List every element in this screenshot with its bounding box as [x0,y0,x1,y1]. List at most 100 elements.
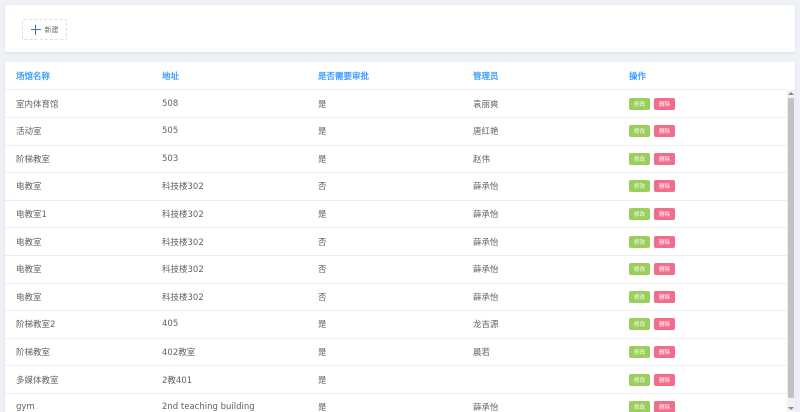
edit-button[interactable]: 修改 [629,290,650,303]
cell-address: 503 [162,153,179,164]
cell-needs-approval: 是 [318,209,327,220]
cell-admin: 晨若 [473,347,491,358]
delete-button[interactable]: 删除 [654,401,675,412]
delete-button[interactable]: 删除 [654,345,675,358]
cell-admin: 龙吉源 [473,320,499,331]
toolbar-panel: 新建 [5,5,795,52]
table-scrollbar[interactable] [787,90,795,412]
delete-button[interactable]: 删除 [654,180,675,193]
edit-button[interactable]: 修改 [629,263,650,276]
cell-admin: 赵伟 [473,154,491,165]
edit-button[interactable]: 修改 [629,125,650,138]
cell-address: 2教401 [162,375,193,386]
cell-actions: 修改 删除 [629,256,675,283]
edit-button[interactable]: 修改 [629,235,650,248]
cell-needs-approval: 是 [318,320,327,331]
cell-actions: 修改 删除 [629,366,675,393]
delete-button[interactable]: 删除 [654,290,675,303]
cell-needs-approval: 否 [318,265,327,276]
cell-admin: 薛承怡 [473,292,499,303]
cell-needs-approval: 是 [318,127,327,138]
delete-button[interactable]: 删除 [654,235,675,248]
delete-button[interactable]: 删除 [654,373,675,386]
header-actions: 操作 [629,71,647,82]
header-address: 地址 [162,71,180,82]
header-needs-approval: 是否需要审批 [318,71,370,82]
cell-address: 科技楼302 [162,209,204,220]
cell-actions: 修改 删除 [629,338,675,365]
cell-admin: 薛承怡 [473,209,499,220]
cell-actions: 修改 删除 [629,283,675,310]
cell-actions: 修改 删除 [629,118,675,145]
table-row: 室内体育馆 508 是 袁丽爽 修改 删除 [5,90,787,118]
cell-admin: 薛承怡 [473,403,499,412]
delete-button[interactable]: 删除 [654,125,675,138]
delete-button[interactable]: 删除 [654,152,675,165]
scroll-up-arrow-icon[interactable] [788,92,794,95]
cell-venue-name: 多媒体教室 [16,375,59,386]
cell-actions: 修改 删除 [629,200,675,227]
table-row: gym 2nd teaching building 是 薛承怡 修改 删除 [5,394,787,412]
cell-venue-name: 电教室 [16,265,42,276]
table-row: 活动室 505 是 唐红艳 修改 删除 [5,118,787,146]
cell-needs-approval: 是 [318,99,327,110]
edit-button[interactable]: 修改 [629,207,650,220]
delete-button[interactable]: 删除 [654,207,675,220]
cell-address: 科技楼302 [162,265,204,276]
header-venue-name: 场馆名称 [16,71,51,82]
cell-actions: 修改 删除 [629,311,675,338]
delete-button[interactable]: 删除 [654,263,675,276]
cell-venue-name: 电教室 [16,292,42,303]
scroll-down-arrow-icon[interactable] [788,407,794,410]
cell-actions: 修改 删除 [629,394,675,412]
cell-venue-name: 室内体育馆 [16,99,59,110]
cell-address: 508 [162,98,179,109]
edit-button[interactable]: 修改 [629,373,650,386]
cell-needs-approval: 否 [318,292,327,303]
cell-venue-name: 电教室 [16,237,42,248]
table-row: 电教室1 科技楼302 是 薛承怡 修改 删除 [5,200,787,229]
cell-needs-approval: 否 [318,237,327,248]
edit-button[interactable]: 修改 [629,401,650,412]
plus-icon [30,24,41,35]
cell-actions: 修改 删除 [629,228,675,255]
cell-needs-approval: 是 [318,403,327,412]
table-row: 阶梯教室 503 是 赵伟 修改 删除 [5,145,787,174]
cell-admin: 袁丽爽 [473,99,499,110]
cell-address: 科技楼302 [162,237,204,248]
venue-table: 场馆名称 地址 是否需要审批 管理员 操作 室内体育馆 508 是袁丽爽 修改 删除 活动… [5,62,795,412]
cell-venue-name: 活动室 [16,127,42,138]
cell-address: 科技楼302 [162,182,204,193]
cell-address: 科技楼302 [162,292,204,303]
edit-button[interactable]: 修改 [629,318,650,331]
edit-button[interactable]: 修改 [629,152,650,165]
cell-admin: 薛承怡 [473,265,499,276]
cell-actions: 修改 删除 [629,90,675,117]
new-button-label: 新建 [44,25,59,34]
cell-actions: 修改 删除 [629,145,675,172]
delete-button[interactable]: 删除 [654,318,675,331]
table-row: 多媒体教室 2教401 是 修改 删除 [5,366,787,394]
cell-venue-name: 阶梯教室 [16,347,51,358]
table-row: 电教室 科技楼302 否 薛承怡 修改 删除 [5,228,787,256]
cell-address: 2nd teaching building [162,402,255,412]
cell-needs-approval: 是 [318,154,327,165]
table-header: 场馆名称 地址 是否需要审批 管理员 操作 [5,62,787,90]
cell-needs-approval: 是 [318,347,327,358]
scroll-thumb[interactable] [788,98,794,398]
table-row: 阶梯教室 402教室 是 晨若 修改 删除 [5,338,787,367]
cell-address: 405 [162,319,179,330]
cell-actions: 修改 删除 [629,173,675,200]
table-row: 电教室 科技楼302 否 薛承怡 修改 删除 [5,173,787,201]
edit-button[interactable]: 修改 [629,180,650,193]
table-row: 电教室 科技楼302 否 薛承怡 修改 删除 [5,256,787,284]
cell-venue-name: 电教室 [16,182,42,193]
table-row: 电教室 科技楼302 否 薛承怡 修改 删除 [5,283,787,312]
edit-button[interactable]: 修改 [629,97,650,110]
cell-admin: 唐红艳 [473,127,499,138]
new-button[interactable]: 新建 [22,19,67,40]
delete-button[interactable]: 删除 [654,97,675,110]
cell-venue-name: 阶梯教室2 [16,320,56,331]
table-row: 阶梯教室2 405 是 龙吉源 修改 删除 [5,311,787,339]
edit-button[interactable]: 修改 [629,345,650,358]
